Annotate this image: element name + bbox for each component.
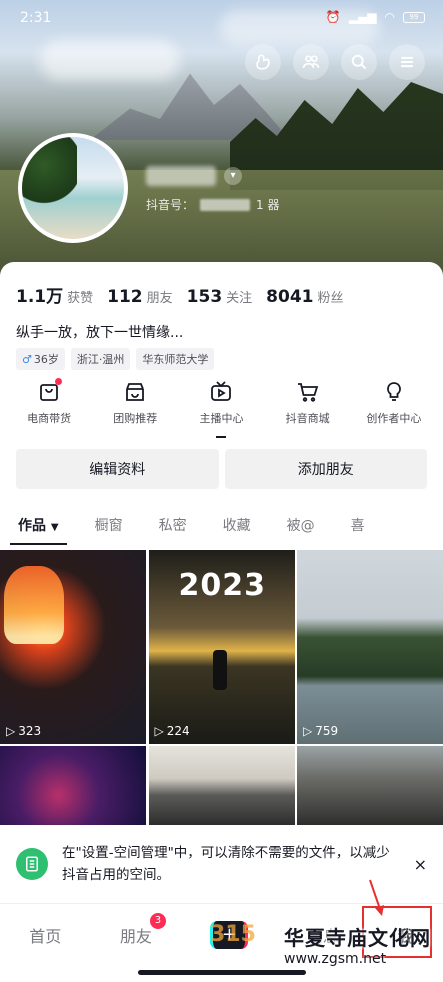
douyin-id-suffix: 1 器 [256,198,280,212]
tab-mentions[interactable]: 被@ [269,515,333,535]
profile-bio: 纵手一放，放下一世情缘... [16,325,184,341]
profile-tabs: 作品 ▼ 橱窗 私密 收藏 被@ 喜 [0,507,443,545]
feature-ecommerce[interactable]: 电商带货 [9,378,89,426]
video-thumbnail[interactable]: 2023 ▷ 224 [148,550,295,744]
play-count: ▷ 323 [6,724,42,738]
cart-icon [297,383,318,402]
storage-icon [16,848,48,880]
play-count: ▷ 759 [303,724,339,738]
signal-icon: ▂▄▆ [348,10,377,24]
video-thumbnail[interactable]: ▷ 759 [297,550,443,744]
edit-profile-button[interactable]: 编辑资料 [16,449,219,489]
friends-icon[interactable] [293,44,329,80]
tag-school: 华东师范大学 [136,348,215,370]
close-icon[interactable]: × [414,855,427,874]
male-icon: ♂ [22,352,32,366]
notice-text: 在"设置-空间管理"中，可以清除不需要的文件，以减少抖音占用的空间。 [62,845,390,883]
tag-age: ♂ 36岁 [16,348,65,370]
home-indicator[interactable] [138,970,306,975]
lightbulb-icon [386,382,401,401]
profile-name-area: ▾ 抖音号： 1 器 [146,166,279,213]
watermark: 315 华夏寺庙文化网 www.zgsm.net [210,922,431,967]
play-count: ▷ 224 [154,724,190,738]
watermark-brand: 华夏寺庙文化网 [284,926,431,950]
stat-followers[interactable]: 8041 粉丝 [266,287,343,307]
tab-likes[interactable]: 喜 [333,515,383,535]
tab-private[interactable]: 私密 [141,515,205,535]
visitor-icon[interactable] [245,44,281,80]
caret-down-icon: ▼ [50,522,59,533]
video-thumbnail[interactable] [0,746,146,828]
feature-streamer[interactable]: 主播中心 [181,380,261,438]
play-icon: ▷ [154,724,164,738]
tag-location: 浙江·温州 [70,348,131,370]
status-bar: 2:31 ⏰ ▂▄▆ ◠ 99 [0,0,443,36]
username-blurred[interactable] [146,166,216,186]
nav-friends[interactable]: 朋友 3 [120,912,166,947]
chevron-down-icon[interactable]: ▾ [224,167,242,185]
avatar[interactable] [18,133,128,243]
feature-shortcuts: 电商带货 团购推荐 主播中心 抖音商城 创作者中心 [0,378,443,438]
play-icon: ▷ [6,724,16,738]
watermark-315: 315 [210,922,256,947]
profile-stats: 1.1万 获赞 112 朋友 153 关注 8041 粉丝 [16,282,344,307]
add-friend-button[interactable]: 添加朋友 [224,449,427,489]
battery-icon: 99 [403,11,425,23]
stat-following[interactable]: 153 关注 [187,287,253,307]
search-icon[interactable] [341,44,377,80]
video-thumbnail[interactable] [148,746,295,828]
video-overlay-text: 2023 [178,568,266,603]
profile-actions: 编辑资料 添加朋友 [16,449,427,489]
wifi-icon: ◠ [384,10,395,24]
feature-groupbuy[interactable]: 团购推荐 [95,380,175,426]
tab-works[interactable]: 作品 ▼ [0,515,77,545]
alarm-icon: ⏰ [325,10,341,24]
stat-friends[interactable]: 112 朋友 [107,287,173,307]
tab-favorites[interactable]: 收藏 [205,515,269,535]
profile-tags: ♂ 36岁 浙江·温州 华东师范大学 [16,348,215,370]
profile-top-actions [245,44,425,80]
store-icon [126,383,145,401]
feature-mall[interactable]: 抖音商城 [268,380,348,426]
douyin-id-label: 抖音号： [146,198,195,212]
nav-home[interactable]: 首页 [29,923,61,947]
watermark-url: www.zgsm.net [284,951,387,967]
feature-creator[interactable]: 创作者中心 [354,380,434,426]
friends-badge: 3 [149,912,166,929]
tv-icon [211,381,232,401]
status-time: 2:31 [20,10,52,26]
play-icon: ▷ [303,724,313,738]
video-thumbnail[interactable]: ▷ 323 [0,550,146,744]
video-grid: ▷ 323 2023 ▷ 224 ▷ 759 [0,550,443,828]
video-thumbnail[interactable] [297,746,443,828]
douyin-id-blurred [200,198,251,211]
stat-likes: 1.1万 获赞 [16,287,94,307]
tab-showcase[interactable]: 橱窗 [77,515,141,535]
menu-icon[interactable] [389,44,425,80]
